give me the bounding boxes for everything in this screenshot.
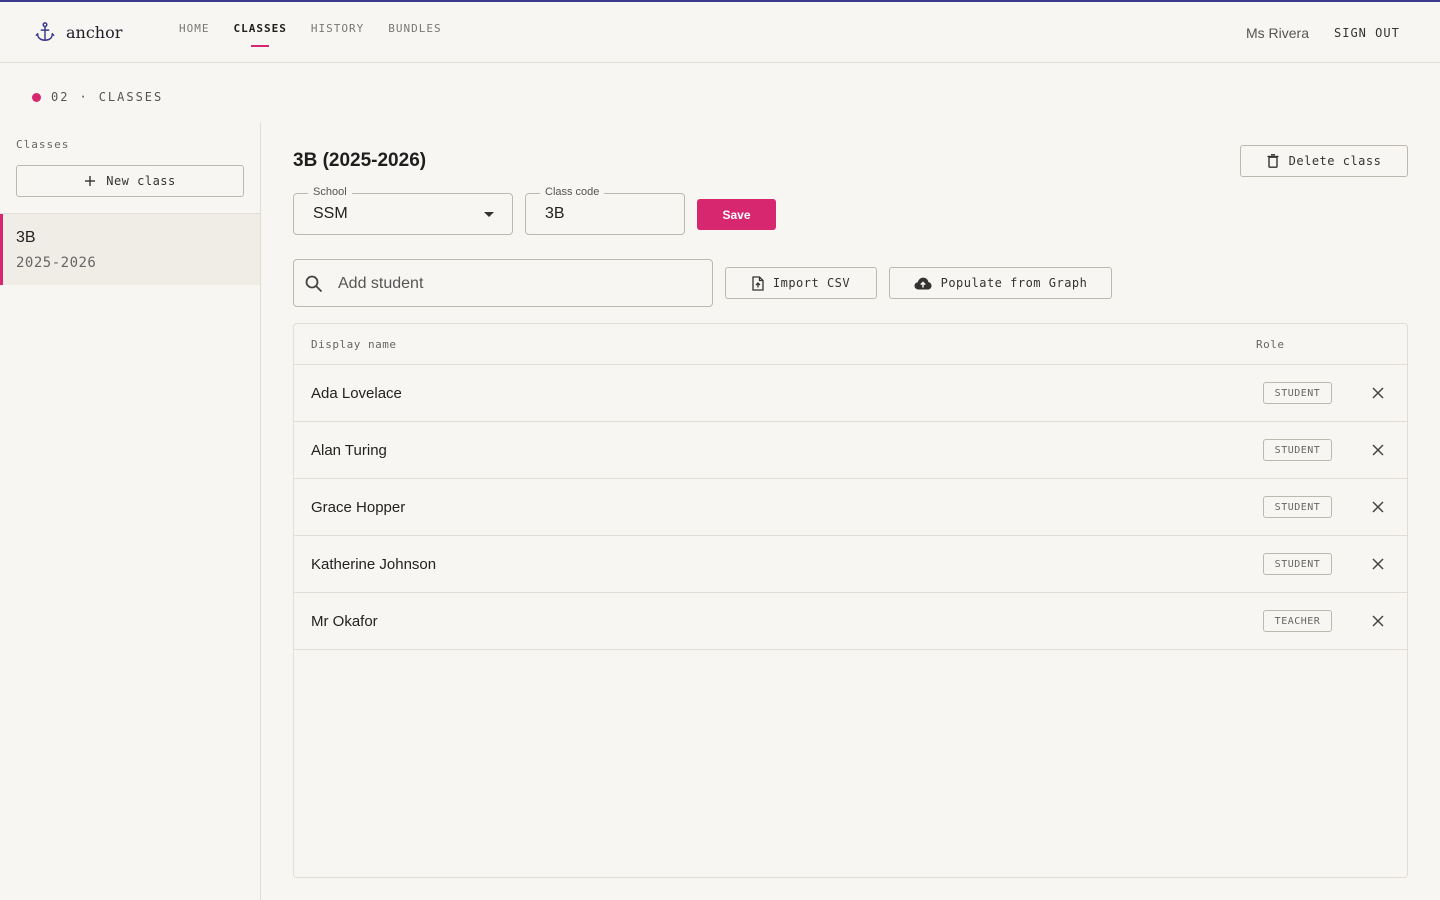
nav-history[interactable]: HISTORY	[311, 22, 364, 35]
member-name: Grace Hopper	[311, 499, 406, 516]
role-badge: STUDENT	[1263, 496, 1332, 518]
members-table: Display name Role Ada Lovelace STUDENT A…	[293, 323, 1408, 878]
class-code-label: Class code	[540, 186, 605, 198]
file-upload-icon	[752, 275, 764, 291]
class-item-code: 3B	[16, 229, 36, 246]
trash-icon	[1267, 154, 1279, 168]
search-icon	[305, 275, 323, 293]
nav-bundles[interactable]: BUNDLES	[388, 22, 441, 35]
school-select[interactable]: School SSM	[293, 186, 513, 235]
add-student-input[interactable]: Add student	[293, 259, 713, 307]
crumb-number: 02	[51, 90, 70, 104]
delete-class-button[interactable]: Delete class	[1240, 145, 1408, 177]
column-header-display-name: Display name	[311, 338, 397, 351]
sidebar-title: Classes	[16, 138, 70, 151]
role-badge: STUDENT	[1263, 553, 1332, 575]
page-title: 3B (2025-2026)	[293, 150, 427, 171]
brand[interactable]: anchor	[34, 20, 122, 44]
class-code-value: 3B	[545, 205, 565, 222]
close-icon[interactable]	[1371, 386, 1385, 400]
school-value: SSM	[313, 205, 348, 222]
table-header: Display name Role	[294, 324, 1407, 365]
sign-out-link[interactable]: SIGN OUT	[1334, 26, 1400, 40]
class-sidebar: Classes New class 3B 2025-2026	[0, 122, 261, 900]
close-icon[interactable]	[1371, 443, 1385, 457]
import-csv-button[interactable]: Import CSV	[725, 267, 877, 299]
table-row: Grace Hopper STUDENT	[294, 479, 1407, 536]
delete-class-label: Delete class	[1288, 154, 1382, 168]
crumb-section: CLASSES	[98, 90, 164, 104]
table-row: Mr Okafor TEACHER	[294, 593, 1407, 650]
chevron-down-icon	[484, 212, 494, 217]
new-class-label: New class	[106, 174, 176, 188]
plus-icon	[85, 176, 96, 186]
populate-label: Populate from Graph	[940, 276, 1088, 290]
nav-classes[interactable]: CLASSES	[234, 22, 287, 35]
close-icon[interactable]	[1371, 557, 1385, 571]
crumb-separator: ·	[79, 90, 89, 104]
crumb-dot	[32, 92, 41, 102]
column-header-role: Role	[1256, 338, 1285, 351]
member-name: Ada Lovelace	[311, 385, 402, 402]
cloud-upload-icon	[914, 277, 932, 289]
class-item-year: 2025-2026	[16, 255, 97, 271]
school-label: School	[308, 186, 352, 198]
main-nav: HOME CLASSES HISTORY BUNDLES	[179, 22, 442, 35]
brand-name: anchor	[66, 22, 123, 42]
save-button[interactable]: Save	[697, 199, 776, 230]
anchor-icon	[35, 22, 55, 41]
import-csv-label: Import CSV	[772, 276, 851, 290]
top-bar: anchor HOME CLASSES HISTORY BUNDLES Ms R…	[0, 2, 1440, 63]
new-class-button[interactable]: New class	[16, 165, 244, 197]
role-badge: STUDENT	[1263, 382, 1332, 404]
section-crumb: 02 · CLASSES	[32, 90, 163, 104]
member-name: Mr Okafor	[311, 613, 378, 630]
role-badge: STUDENT	[1263, 439, 1332, 461]
member-name: Alan Turing	[311, 442, 387, 459]
class-code-field[interactable]: Class code 3B	[525, 186, 685, 235]
close-icon[interactable]	[1371, 614, 1385, 628]
table-row: Alan Turing STUDENT	[294, 422, 1407, 479]
close-icon[interactable]	[1371, 500, 1385, 514]
sidebar-item-class[interactable]: 3B 2025-2026	[0, 214, 260, 285]
nav-home[interactable]: HOME	[179, 22, 210, 35]
user-name: Ms Rivera	[1246, 25, 1310, 41]
member-name: Katherine Johnson	[311, 556, 437, 573]
populate-from-graph-button[interactable]: Populate from Graph	[889, 267, 1112, 299]
table-row: Ada Lovelace STUDENT	[294, 365, 1407, 422]
add-student-placeholder: Add student	[338, 275, 424, 292]
role-badge: TEACHER	[1263, 610, 1332, 632]
table-row: Katherine Johnson STUDENT	[294, 536, 1407, 593]
